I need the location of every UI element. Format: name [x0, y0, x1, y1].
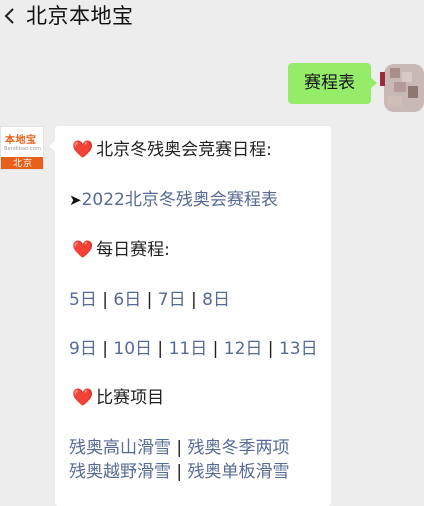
bendibao-avatar[interactable]: 本地宝 Bendibao.com 北京	[0, 126, 44, 170]
schedule-link-line: ➤2022北京冬残奥会赛程表	[69, 188, 278, 212]
section-heading-text: 每日赛程:	[96, 240, 170, 260]
day-link[interactable]: 5日	[69, 290, 97, 310]
day-links-row-2: 9日 | 10日 | 11日 | 12日 | 13日	[69, 337, 318, 361]
day-link[interactable]: 11日	[169, 339, 208, 359]
incoming-message-bubble: ❤️ 北京冬残奥会竞赛日程: ➤2022北京冬残奥会赛程表 ❤️ 每日赛程: 5日 …	[49, 126, 331, 506]
avatar-logo-area: 本地宝 Bendibao.com	[1, 127, 43, 157]
section-heading-daily: ❤️ 每日赛程:	[72, 238, 170, 262]
top-bar: 北京本地宝	[0, 0, 424, 34]
link-separator: |	[157, 339, 164, 359]
event-link[interactable]: 残奥高山滑雪	[69, 438, 171, 458]
event-link[interactable]: 残奥单板滑雪	[188, 462, 290, 482]
link-separator: |	[176, 438, 183, 458]
heart-icon: ❤️	[72, 140, 94, 160]
day-link[interactable]: 7日	[158, 290, 186, 310]
day-link[interactable]: 10日	[113, 339, 152, 359]
back-chevron-icon[interactable]	[0, 5, 22, 27]
event-links-row-1: 残奥高山滑雪 | 残奥冬季两项	[69, 436, 290, 460]
event-link[interactable]: 残奥越野滑雪	[69, 462, 171, 482]
avatar-logo-sub: Bendibao.com	[4, 146, 41, 152]
heart-icon: ❤️	[72, 240, 94, 260]
link-separator: |	[102, 339, 108, 359]
link-separator: |	[267, 339, 274, 359]
event-link[interactable]: 残奥冬季两项	[188, 438, 290, 458]
link-separator: |	[102, 290, 108, 310]
day-links-row-1: 5日 | 6日 | 7日 | 8日	[69, 288, 230, 312]
day-link[interactable]: 9日	[69, 339, 97, 359]
day-link[interactable]: 8日	[202, 290, 230, 310]
day-link[interactable]: 6日	[113, 290, 141, 310]
section-heading-text: 北京冬残奥会竞赛日程:	[96, 140, 272, 160]
heart-icon: ❤️	[72, 388, 94, 408]
link-separator: |	[190, 290, 197, 310]
outgoing-message-bubble[interactable]: 赛程表	[288, 63, 377, 104]
link-separator: |	[212, 339, 219, 359]
arrow-icon: ➤	[69, 191, 82, 209]
link-separator: |	[146, 290, 153, 310]
section-heading-schedule: ❤️ 北京冬残奥会竞赛日程:	[72, 138, 272, 162]
day-link[interactable]: 12日	[224, 339, 263, 359]
avatar-logo-name: 本地宝	[5, 135, 37, 146]
chat-title: 北京本地宝	[26, 4, 134, 28]
schedule-table-link[interactable]: 2022北京冬残奥会赛程表	[82, 190, 278, 210]
day-link[interactable]: 13日	[279, 339, 318, 359]
section-heading-events: ❤️ 比赛项目	[72, 386, 164, 410]
avatar-logo-city: 北京	[1, 157, 43, 169]
event-links-row-2: 残奥越野滑雪 | 残奥单板滑雪	[69, 460, 290, 484]
user-avatar[interactable]	[380, 58, 424, 114]
link-separator: |	[176, 462, 183, 482]
section-heading-text: 比赛项目	[96, 388, 165, 408]
